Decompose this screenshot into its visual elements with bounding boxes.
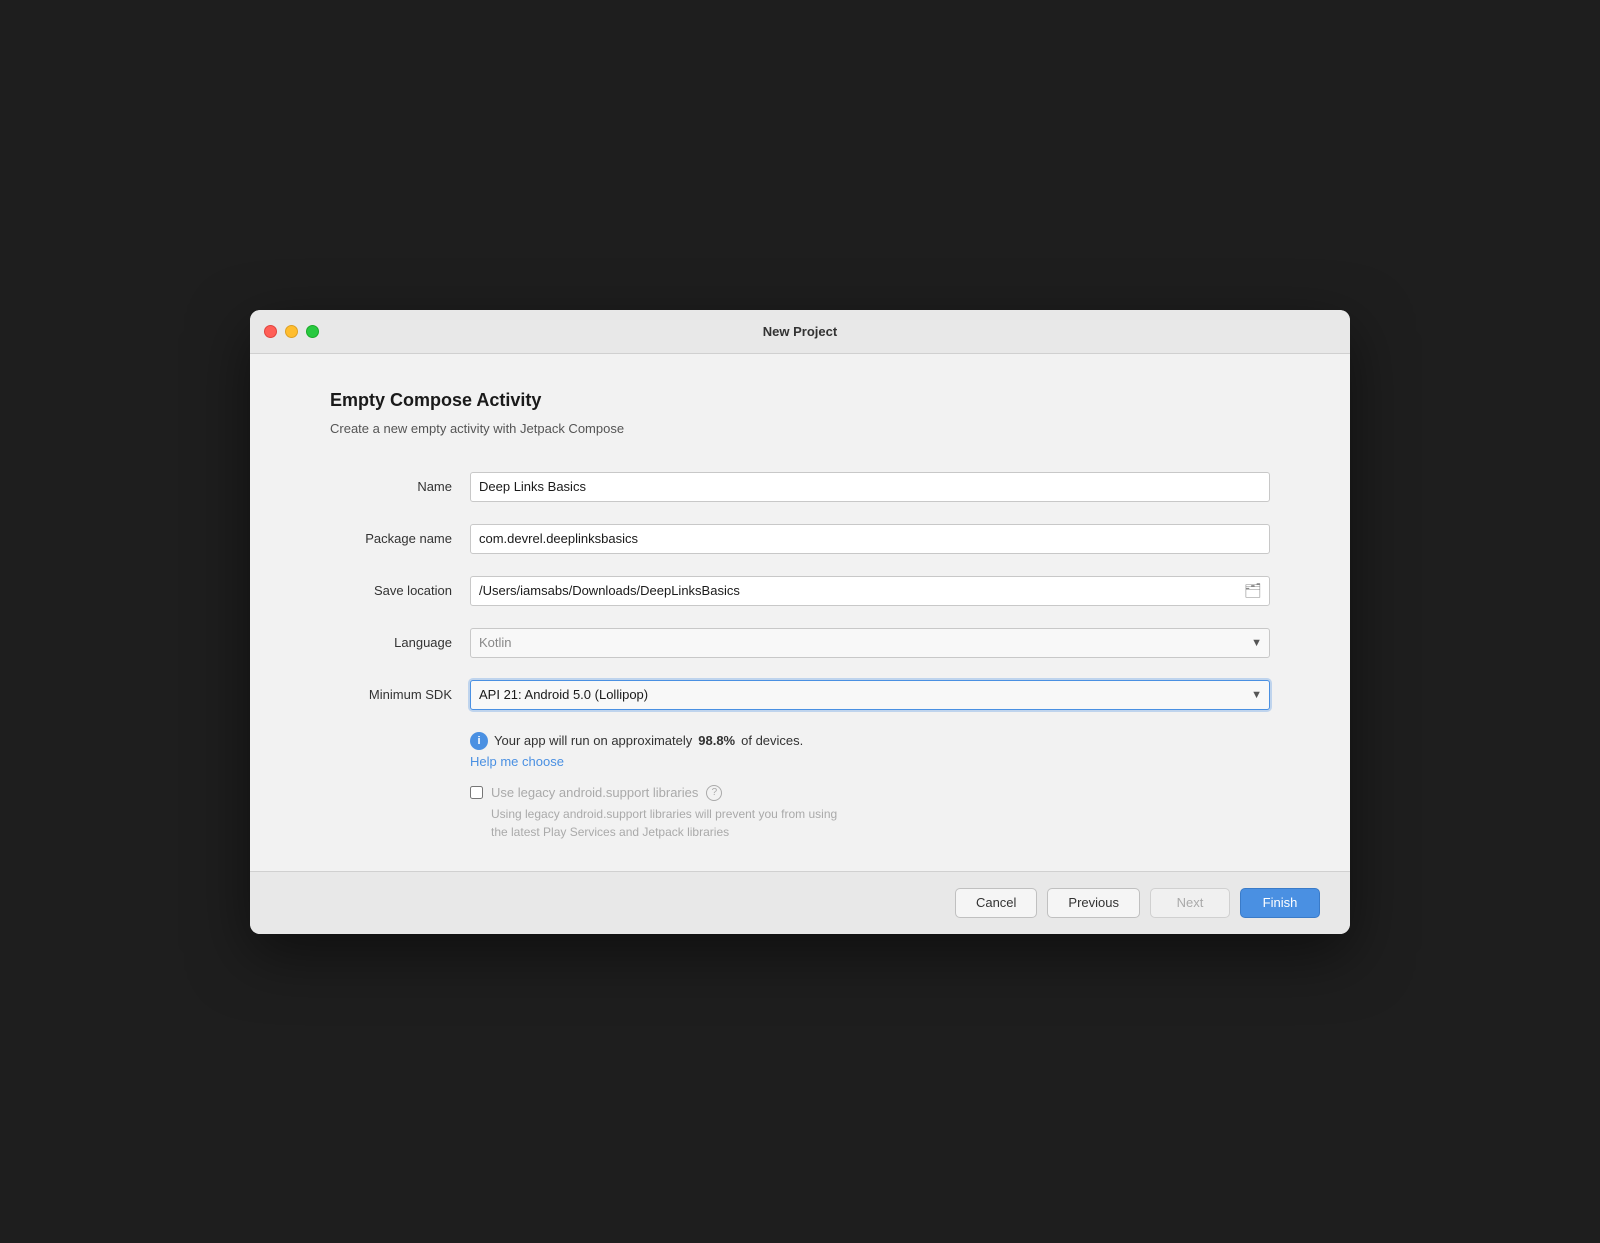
page-title: Empty Compose Activity [330,390,1270,411]
legacy-checkbox[interactable] [470,786,483,799]
minimize-button[interactable] [285,325,298,338]
titlebar: New Project [250,310,1350,354]
package-input[interactable] [470,524,1270,554]
window-title: New Project [763,324,837,339]
help-icon[interactable]: ? [706,785,722,801]
minimum-sdk-row: Minimum SDK API 21: Android 5.0 (Lollipo… [330,680,1270,710]
main-content: Empty Compose Activity Create a new empt… [250,354,1350,871]
previous-button[interactable]: Previous [1047,888,1140,918]
language-row: Language Kotlin Java ▼ [330,628,1270,658]
close-button[interactable] [264,325,277,338]
minimum-sdk-select-wrapper: API 21: Android 5.0 (Lollipop) API 22: A… [470,680,1270,710]
save-location-wrapper: 🗂 [470,576,1270,606]
finish-button[interactable]: Finish [1240,888,1320,918]
footer: Cancel Previous Next Finish [250,871,1350,934]
save-location-input[interactable] [470,576,1270,606]
name-input[interactable] [470,472,1270,502]
sdk-info-prefix: Your app will run on approximately [494,733,692,748]
next-button[interactable]: Next [1150,888,1230,918]
page-subtitle: Create a new empty activity with Jetpack… [330,421,1270,436]
name-label: Name [330,479,470,494]
save-location-row: Save location 🗂 [330,576,1270,606]
name-row: Name [330,472,1270,502]
maximize-button[interactable] [306,325,319,338]
legacy-description: Using legacy android.support libraries w… [470,805,1270,841]
package-name-row: Package name [330,524,1270,554]
language-select-wrapper: Kotlin Java ▼ [470,628,1270,658]
traffic-lights [264,325,319,338]
legacy-label: Use legacy android.support libraries [491,785,698,800]
minimum-sdk-label: Minimum SDK [330,687,470,702]
cancel-button[interactable]: Cancel [955,888,1037,918]
folder-icon[interactable]: 🗂 [1244,584,1262,598]
help-me-choose-link[interactable]: Help me choose [470,754,1270,769]
legacy-libraries-section: Use legacy android.support libraries ? U… [470,785,1270,841]
minimum-sdk-select[interactable]: API 21: Android 5.0 (Lollipop) API 22: A… [470,680,1270,710]
package-label: Package name [330,531,470,546]
sdk-percentage: 98.8% [698,733,735,748]
info-icon: i [470,732,488,750]
language-label: Language [330,635,470,650]
language-select[interactable]: Kotlin Java [470,628,1270,658]
new-project-window: New Project Empty Compose Activity Creat… [250,310,1350,934]
legacy-checkbox-row: Use legacy android.support libraries ? [470,785,1270,801]
sdk-devices-text: i Your app will run on approximately 98.… [470,732,1270,750]
sdk-info-suffix: of devices. [741,733,803,748]
save-location-label: Save location [330,583,470,598]
sdk-info: i Your app will run on approximately 98.… [470,732,1270,769]
